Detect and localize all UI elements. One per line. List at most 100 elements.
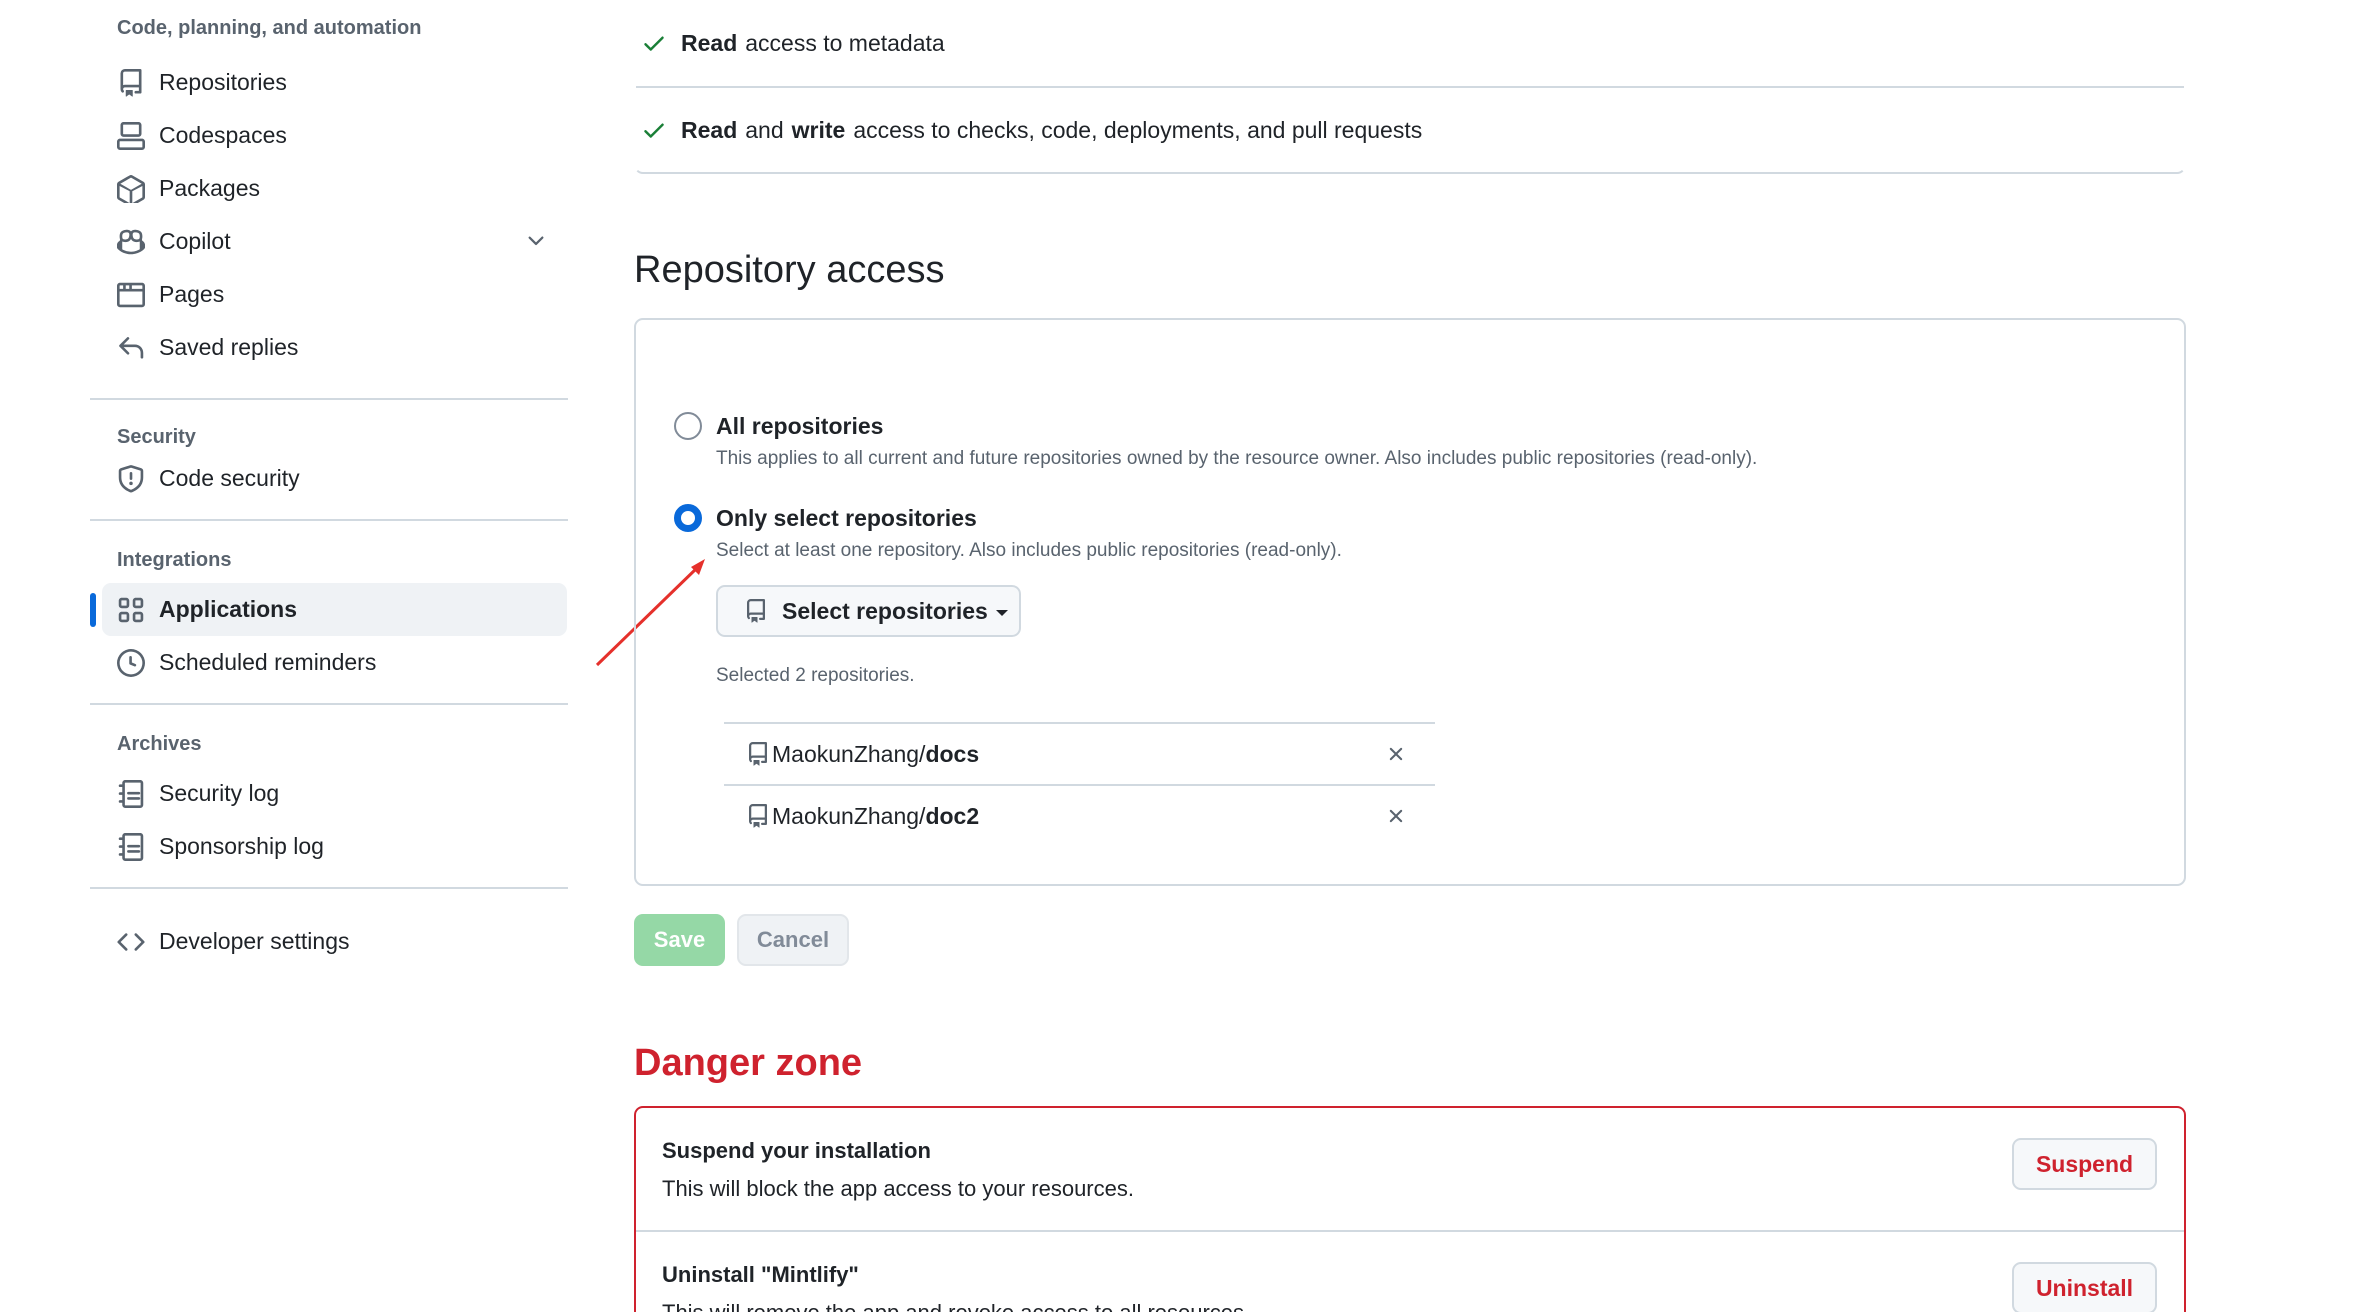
repo-owner: MaokunZhang/ bbox=[772, 802, 926, 829]
codespaces-icon bbox=[117, 121, 145, 150]
permission-level: write bbox=[791, 116, 846, 143]
radio-only-select-repositories[interactable]: Only select repositories Select at least… bbox=[674, 504, 1342, 562]
repo-name: docs bbox=[925, 740, 980, 767]
cancel-button[interactable]: Cancel bbox=[737, 914, 849, 966]
sidebar-item-label: Scheduled reminders bbox=[159, 649, 377, 675]
sidebar-heading-code: Code, planning, and automation bbox=[117, 16, 422, 39]
radio-label: Only select repositories bbox=[716, 505, 977, 531]
repo-name: doc2 bbox=[925, 802, 980, 829]
package-icon bbox=[117, 174, 145, 203]
permission-level: Read bbox=[681, 29, 738, 56]
log-icon bbox=[117, 832, 145, 861]
check-icon bbox=[644, 123, 664, 138]
permissions-list: Read access to metadata Read and write acces… bbox=[634, 0, 2186, 174]
sidebar-divider bbox=[90, 703, 568, 705]
radio-description: This applies to all current and future r… bbox=[716, 448, 1758, 469]
sidebar-heading-archives: Archives bbox=[117, 732, 202, 755]
repo-owner: MaokunZhang/ bbox=[772, 740, 926, 767]
sidebar-item-label: Packages bbox=[159, 175, 261, 201]
close-icon[interactable] bbox=[1385, 805, 1407, 827]
caret-down-icon bbox=[995, 609, 1008, 616]
save-button[interactable]: Save bbox=[634, 914, 725, 966]
selected-count: Selected 2 repositories. bbox=[716, 665, 915, 686]
uninstall-button[interactable]: Uninstall bbox=[2012, 1262, 2157, 1312]
select-repositories-label: Select repositories bbox=[782, 597, 988, 624]
sidebar-item-security-log[interactable]: Security log bbox=[90, 767, 568, 820]
sidebar-item-label: Codespaces bbox=[159, 122, 287, 148]
selected-repo-list: MaokunZhang/docs MaokunZhang/doc2 bbox=[724, 722, 1435, 846]
sidebar-item-code-security[interactable]: Code security bbox=[90, 452, 568, 505]
repo-icon bbox=[117, 68, 145, 97]
active-indicator bbox=[90, 593, 96, 627]
radio-description: Select at least one repository. Also inc… bbox=[716, 540, 1342, 561]
radio-label: All repositories bbox=[716, 413, 884, 439]
reply-icon bbox=[117, 334, 145, 362]
radio-all-repositories[interactable]: All repositories This applies to all cur… bbox=[674, 412, 1757, 470]
close-icon[interactable] bbox=[1385, 743, 1407, 765]
sidebar-item-pages[interactable]: Pages bbox=[90, 268, 568, 321]
repository-access-title: Repository access bbox=[634, 249, 945, 291]
sidebar-divider bbox=[90, 887, 568, 889]
danger-row-title: Uninstall "Mintlify" bbox=[662, 1262, 859, 1287]
sidebar-item-saved-replies[interactable]: Saved replies bbox=[90, 321, 568, 374]
permission-row: Read access to metadata bbox=[636, 0, 2184, 86]
danger-row-title: Suspend your installation bbox=[662, 1138, 931, 1163]
check-icon bbox=[644, 36, 664, 51]
sidebar-heading-security: Security bbox=[117, 425, 196, 448]
sidebar-item-label: Code security bbox=[159, 465, 300, 491]
danger-zone-box: Suspend your installation This will bloc… bbox=[634, 1106, 2186, 1312]
sidebar-item-label: Pages bbox=[159, 281, 225, 307]
sidebar-item-label: Sponsorship log bbox=[159, 833, 324, 859]
sidebar-item-packages[interactable]: Packages bbox=[90, 162, 568, 215]
sidebar-item-label: Repositories bbox=[159, 69, 287, 95]
sidebar-divider bbox=[90, 519, 568, 521]
repository-access-box: All repositories This applies to all cur… bbox=[634, 318, 2186, 886]
sidebar-item-applications[interactable]: Applications bbox=[90, 583, 567, 636]
permission-scope: access to metadata bbox=[745, 29, 945, 56]
danger-row-description: This will block the app access to your r… bbox=[662, 1176, 1134, 1201]
sidebar-heading-integrations: Integrations bbox=[117, 548, 232, 571]
radio-button-checked[interactable] bbox=[674, 504, 702, 532]
sidebar-item-label: Developer settings bbox=[159, 928, 350, 954]
list-item: MaokunZhang/docs bbox=[724, 722, 1435, 784]
sidebar-item-repositories[interactable]: Repositories bbox=[90, 56, 568, 109]
log-icon bbox=[117, 779, 145, 808]
settings-sidebar: Code, planning, and automation Repositor… bbox=[90, 0, 568, 968]
radio-button[interactable] bbox=[674, 412, 702, 440]
sidebar-item-scheduled-reminders[interactable]: Scheduled reminders bbox=[90, 636, 568, 689]
sidebar-divider bbox=[90, 398, 568, 400]
danger-row-uninstall: Uninstall "Mintlify" This will remove th… bbox=[636, 1230, 2184, 1312]
permission-scope: access to checks, code, deployments, and… bbox=[853, 116, 1423, 143]
sidebar-item-sponsorship-log[interactable]: Sponsorship log bbox=[90, 820, 568, 873]
form-actions: Save Cancel bbox=[634, 914, 2186, 966]
sidebar-item-label: Applications bbox=[159, 596, 298, 622]
repo-icon bbox=[747, 599, 765, 623]
permission-text: Read access to metadata bbox=[681, 30, 953, 57]
danger-row-suspend: Suspend your installation This will bloc… bbox=[636, 1108, 2184, 1230]
browser-icon bbox=[117, 281, 145, 309]
chevron-down-icon[interactable] bbox=[524, 229, 548, 253]
permission-row: Read and write access to checks, code, depl… bbox=[636, 86, 2184, 172]
clock-icon bbox=[117, 648, 145, 677]
sidebar-item-label: Copilot bbox=[159, 228, 231, 254]
repo-icon bbox=[749, 804, 767, 828]
apps-icon bbox=[117, 596, 145, 624]
sidebar-item-label: Saved replies bbox=[159, 334, 299, 360]
main-content: Read access to metadata Read and write acces… bbox=[634, 0, 2186, 1312]
repo-icon bbox=[749, 742, 767, 766]
permission-conj: and bbox=[745, 116, 784, 143]
select-repositories-button[interactable]: Select repositories bbox=[716, 585, 1021, 637]
list-item: MaokunZhang/doc2 bbox=[724, 784, 1435, 846]
copilot-icon bbox=[117, 228, 145, 256]
danger-row-description: This will remove the app and revoke acce… bbox=[662, 1300, 2184, 1312]
suspend-button[interactable]: Suspend bbox=[2012, 1138, 2157, 1190]
sidebar-item-label: Security log bbox=[159, 780, 280, 806]
danger-zone-title: Danger zone bbox=[634, 1042, 863, 1084]
sidebar-item-developer-settings[interactable]: Developer settings bbox=[90, 915, 568, 968]
sidebar-item-codespaces[interactable]: Codespaces bbox=[90, 109, 568, 162]
permission-level: Read bbox=[681, 116, 738, 143]
sidebar-item-copilot[interactable]: Copilot bbox=[90, 215, 568, 268]
shield-icon bbox=[117, 464, 145, 493]
permission-text: Read and write access to checks, code, depl… bbox=[681, 117, 1430, 144]
code-icon bbox=[117, 928, 145, 956]
